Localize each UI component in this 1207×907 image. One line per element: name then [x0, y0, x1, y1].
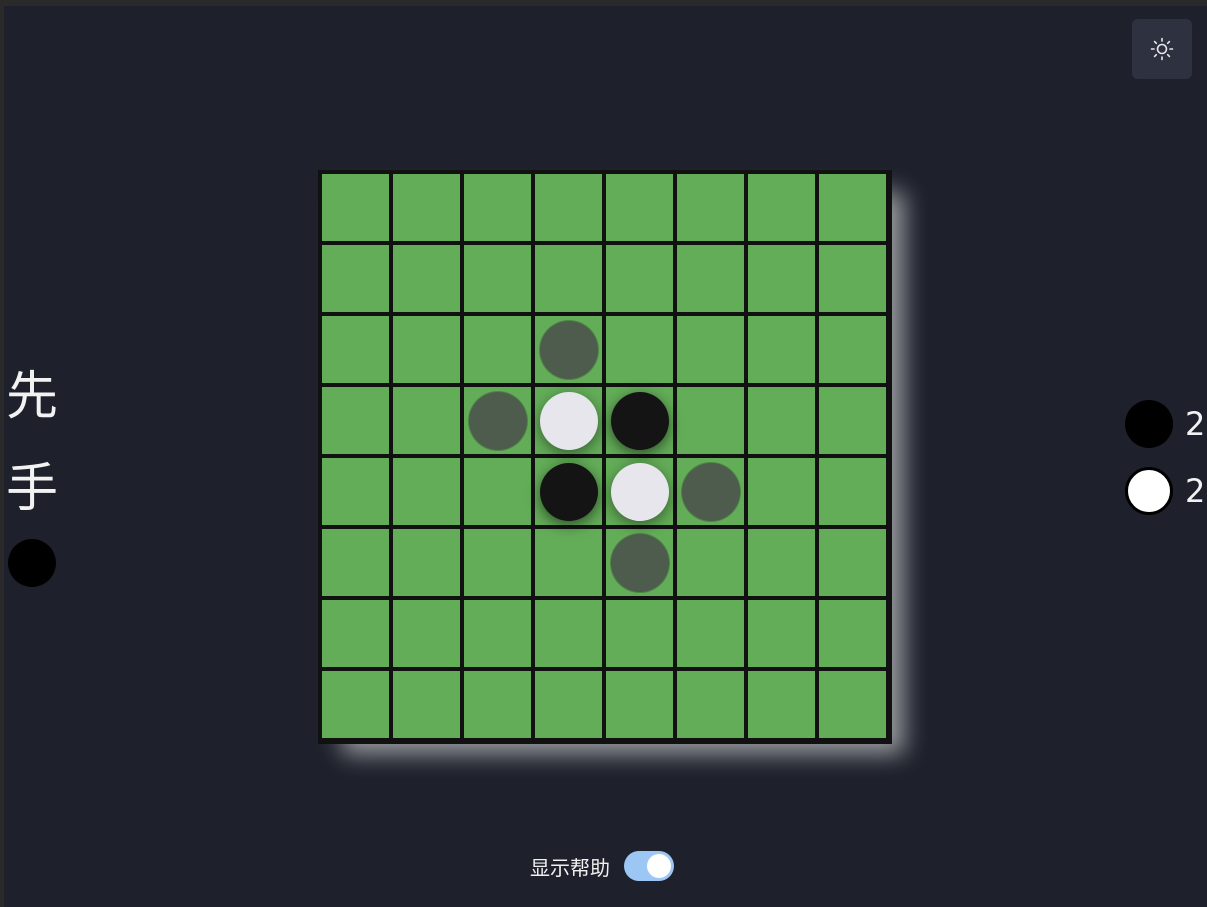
- board-cell-r0-c3[interactable]: [535, 174, 602, 241]
- board-cell-r0-c7[interactable]: [819, 174, 886, 241]
- board-cell-r4-c7[interactable]: [819, 458, 886, 525]
- board-cell-r6-c2[interactable]: [464, 600, 531, 667]
- board-cell-r0-c6[interactable]: [748, 174, 815, 241]
- board-cell-r2-c6[interactable]: [748, 316, 815, 383]
- board-cell-r2-c0[interactable]: [322, 316, 389, 383]
- board-cell-r7-c6[interactable]: [748, 671, 815, 738]
- board-cell-r4-c3[interactable]: [535, 458, 602, 525]
- board-cell-r7-c4[interactable]: [606, 671, 673, 738]
- board-cell-r2-c1[interactable]: [393, 316, 460, 383]
- board-cell-r4-c2[interactable]: [464, 458, 531, 525]
- sun-icon: [1150, 37, 1174, 61]
- board-cell-r1-c0[interactable]: [322, 245, 389, 312]
- board-cell-r0-c4[interactable]: [606, 174, 673, 241]
- turn-indicator: 先 手: [4, 351, 60, 587]
- black-disc-icon: [1125, 400, 1173, 448]
- board-cell-r3-c1[interactable]: [393, 387, 460, 454]
- board-cell-r0-c5[interactable]: [677, 174, 744, 241]
- board-cell-r5-c4[interactable]: [606, 529, 673, 596]
- board-cell-r6-c3[interactable]: [535, 600, 602, 667]
- board-cell-r3-c5[interactable]: [677, 387, 744, 454]
- board-cell-r1-c2[interactable]: [464, 245, 531, 312]
- board-cell-r5-c6[interactable]: [748, 529, 815, 596]
- board-cell-r6-c5[interactable]: [677, 600, 744, 667]
- board-cell-r2-c4[interactable]: [606, 316, 673, 383]
- help-toggle[interactable]: [624, 851, 674, 881]
- board-cell-r0-c0[interactable]: [322, 174, 389, 241]
- black-score: 2: [1125, 400, 1207, 448]
- help-label: 显示帮助: [530, 855, 610, 880]
- board-cell-r7-c0[interactable]: [322, 671, 389, 738]
- board-cell-r6-c4[interactable]: [606, 600, 673, 667]
- board-cell-r4-c1[interactable]: [393, 458, 460, 525]
- board-cell-r3-c4[interactable]: [606, 387, 673, 454]
- board-cell-r5-c7[interactable]: [819, 529, 886, 596]
- board-cell-r1-c5[interactable]: [677, 245, 744, 312]
- board-cell-r1-c4[interactable]: [606, 245, 673, 312]
- board-cell-r5-c1[interactable]: [393, 529, 460, 596]
- board-cell-r5-c5[interactable]: [677, 529, 744, 596]
- board-cell-r3-c0[interactable]: [322, 387, 389, 454]
- board-cell-r0-c2[interactable]: [464, 174, 531, 241]
- board-cell-r1-c1[interactable]: [393, 245, 460, 312]
- board-cell-r7-c3[interactable]: [535, 671, 602, 738]
- board-cell-r4-c4[interactable]: [606, 458, 673, 525]
- board-cell-r1-c3[interactable]: [535, 245, 602, 312]
- board-cell-r3-c7[interactable]: [819, 387, 886, 454]
- game-board: [318, 170, 892, 744]
- board-cell-r4-c6[interactable]: [748, 458, 815, 525]
- white-score-count: 2: [1185, 472, 1206, 510]
- board-cell-r7-c7[interactable]: [819, 671, 886, 738]
- board-cell-r7-c1[interactable]: [393, 671, 460, 738]
- white-score: 2: [1125, 467, 1207, 515]
- board-cell-r7-c2[interactable]: [464, 671, 531, 738]
- board-cell-r1-c6[interactable]: [748, 245, 815, 312]
- board-cell-r4-c5[interactable]: [677, 458, 744, 525]
- board-cell-r6-c1[interactable]: [393, 600, 460, 667]
- board-cell-r3-c2[interactable]: [464, 387, 531, 454]
- board-cell-r2-c2[interactable]: [464, 316, 531, 383]
- board-cell-r6-c6[interactable]: [748, 600, 815, 667]
- board-cell-r2-c7[interactable]: [819, 316, 886, 383]
- board-cell-r3-c3[interactable]: [535, 387, 602, 454]
- white-disc-icon: [1125, 467, 1173, 515]
- toggle-knob: [647, 854, 671, 878]
- board-cell-r2-c5[interactable]: [677, 316, 744, 383]
- current-player-disc: [8, 539, 56, 587]
- board-cell-r6-c0[interactable]: [322, 600, 389, 667]
- board-cell-r4-c0[interactable]: [322, 458, 389, 525]
- board-cell-r1-c7[interactable]: [819, 245, 886, 312]
- board-cell-r5-c2[interactable]: [464, 529, 531, 596]
- help-control: 显示帮助: [530, 851, 674, 881]
- turn-label-hand: 手: [5, 459, 58, 519]
- board-cell-r2-c3[interactable]: [535, 316, 602, 383]
- board-cell-r5-c3[interactable]: [535, 529, 602, 596]
- turn-label-first: 先: [5, 367, 58, 427]
- board-cell-r5-c0[interactable]: [322, 529, 389, 596]
- game-app: 先 手 2 2 显示帮助: [4, 6, 1207, 907]
- black-score-count: 2: [1185, 405, 1206, 443]
- board-cell-r3-c6[interactable]: [748, 387, 815, 454]
- board-cell-r0-c1[interactable]: [393, 174, 460, 241]
- theme-toggle-button[interactable]: [1132, 19, 1192, 79]
- board-cell-r6-c7[interactable]: [819, 600, 886, 667]
- board-cell-r7-c5[interactable]: [677, 671, 744, 738]
